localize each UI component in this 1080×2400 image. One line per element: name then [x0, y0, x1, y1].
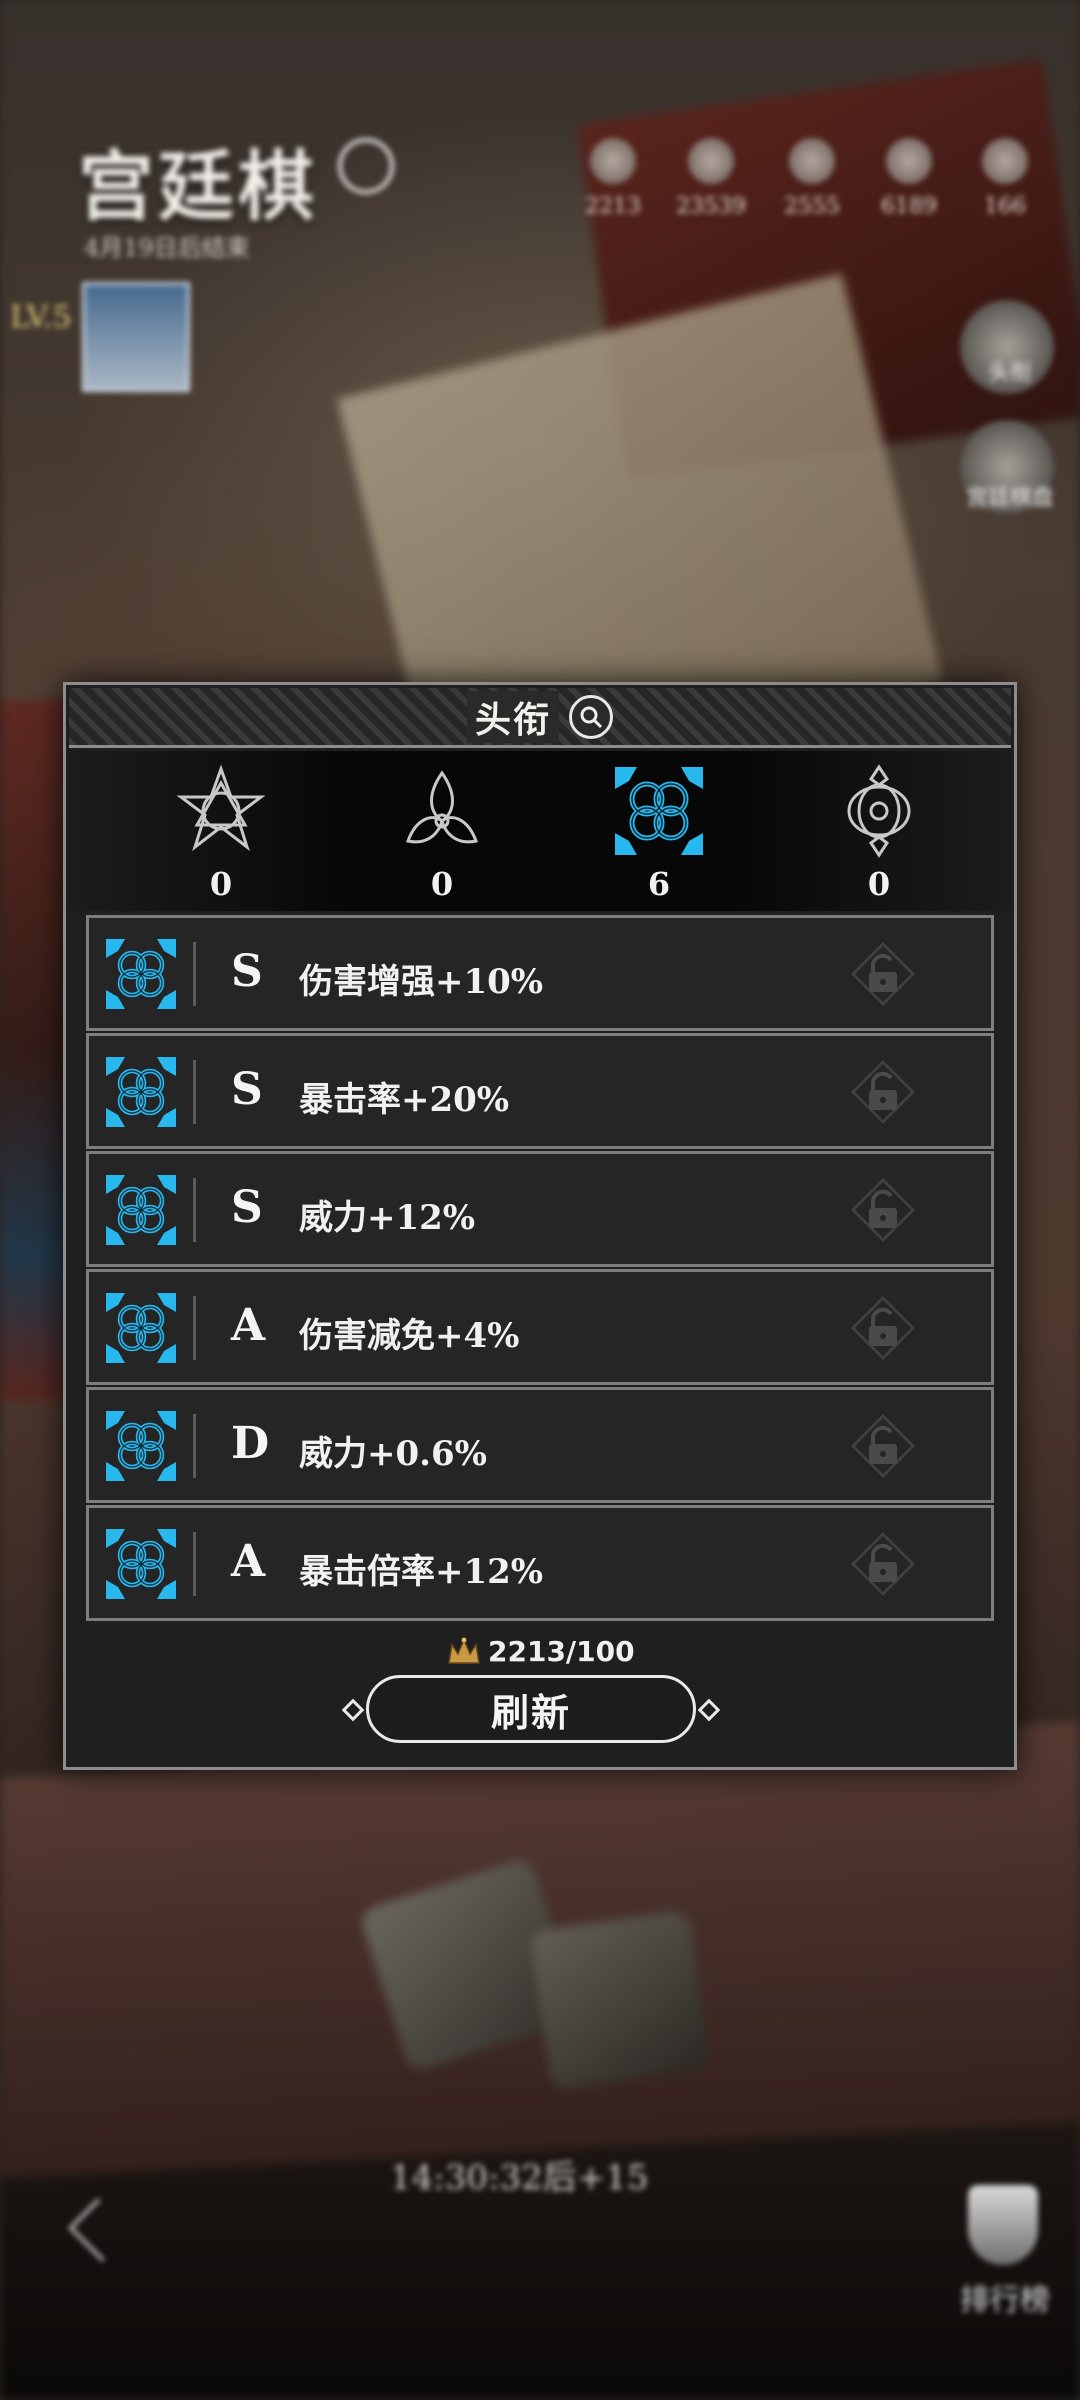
magnifier-help-icon[interactable]: [569, 694, 613, 739]
knot-emblem-icon: [106, 1411, 176, 1481]
knot-emblem-icon: [106, 1293, 176, 1363]
lock-toggle-icon[interactable]: [851, 942, 915, 1006]
title-effect: 威力+12%: [299, 1198, 476, 1238]
title-row: S 伤害增强+10%: [86, 915, 994, 1031]
title-row: A 暴击倍率+12%: [86, 1505, 994, 1621]
title-grade: D: [231, 1418, 270, 1469]
title-list: S 伤害增强+10% S 暴击率+20% S 威力+12% A 伤害减免+4% …: [86, 915, 994, 1623]
title-panel: 头衔 0 0 6 0 S 伤害增强+10% S 暴击率+20% S 威力+12%…: [63, 682, 1017, 1770]
lock-toggle-icon[interactable]: [851, 1414, 915, 1478]
divider: [193, 1296, 196, 1360]
title-grade: S: [231, 946, 263, 997]
title-row: S 暴击率+20%: [86, 1033, 994, 1149]
title-grade: S: [231, 1064, 263, 1115]
title-row: S 威力+12%: [86, 1151, 994, 1267]
title-effect: 伤害减免+4%: [299, 1316, 520, 1356]
title-grade: A: [231, 1300, 266, 1351]
title-grade: A: [231, 1536, 266, 1587]
title-row: D 威力+0.6%: [86, 1387, 994, 1503]
divider: [193, 1178, 196, 1242]
badge-knot: 6: [604, 763, 714, 903]
divider: [193, 1532, 196, 1596]
lock-toggle-icon[interactable]: [851, 1178, 915, 1242]
refresh-cost: 2213/100: [446, 1635, 635, 1668]
diamond-ornament-icon: [697, 1698, 721, 1722]
knot-emblem-icon: [615, 767, 703, 855]
divider: [193, 1414, 196, 1478]
crown-icon: [448, 1637, 480, 1664]
emblem-summary: 0 0 6 0: [69, 751, 1011, 911]
lock-toggle-icon[interactable]: [851, 1296, 915, 1360]
divider: [193, 942, 196, 1006]
title-effect: 暴击倍率+12%: [299, 1552, 544, 1592]
star-emblem-icon: [176, 764, 266, 852]
ring-emblem-icon: [847, 764, 911, 858]
diamond-ornament-icon: [341, 1698, 365, 1722]
title-effect: 伤害增强+10%: [299, 962, 544, 1002]
panel-title: 头衔: [466, 690, 559, 743]
lock-toggle-icon[interactable]: [851, 1060, 915, 1124]
knot-emblem-icon: [106, 1175, 176, 1245]
knot-emblem-icon: [106, 939, 176, 1009]
divider: [193, 1060, 196, 1124]
title-effect: 威力+0.6%: [299, 1434, 487, 1474]
badge-star: 0: [166, 763, 276, 903]
title-effect: 暴击率+20%: [299, 1080, 510, 1120]
lock-toggle-icon[interactable]: [851, 1532, 915, 1596]
badge-trefoil: 0: [387, 763, 497, 903]
title-grade: S: [231, 1182, 263, 1233]
badge-ring: 0: [824, 763, 934, 903]
title-row: A 伤害减免+4%: [86, 1269, 994, 1385]
cost-value: 2213/100: [488, 1635, 635, 1668]
refresh-button[interactable]: 刷新: [341, 1675, 721, 1743]
panel-header: 头衔: [69, 688, 1011, 748]
knot-emblem-icon: [106, 1529, 176, 1599]
trefoil-emblem-icon: [406, 770, 478, 844]
knot-emblem-icon: [106, 1057, 176, 1127]
